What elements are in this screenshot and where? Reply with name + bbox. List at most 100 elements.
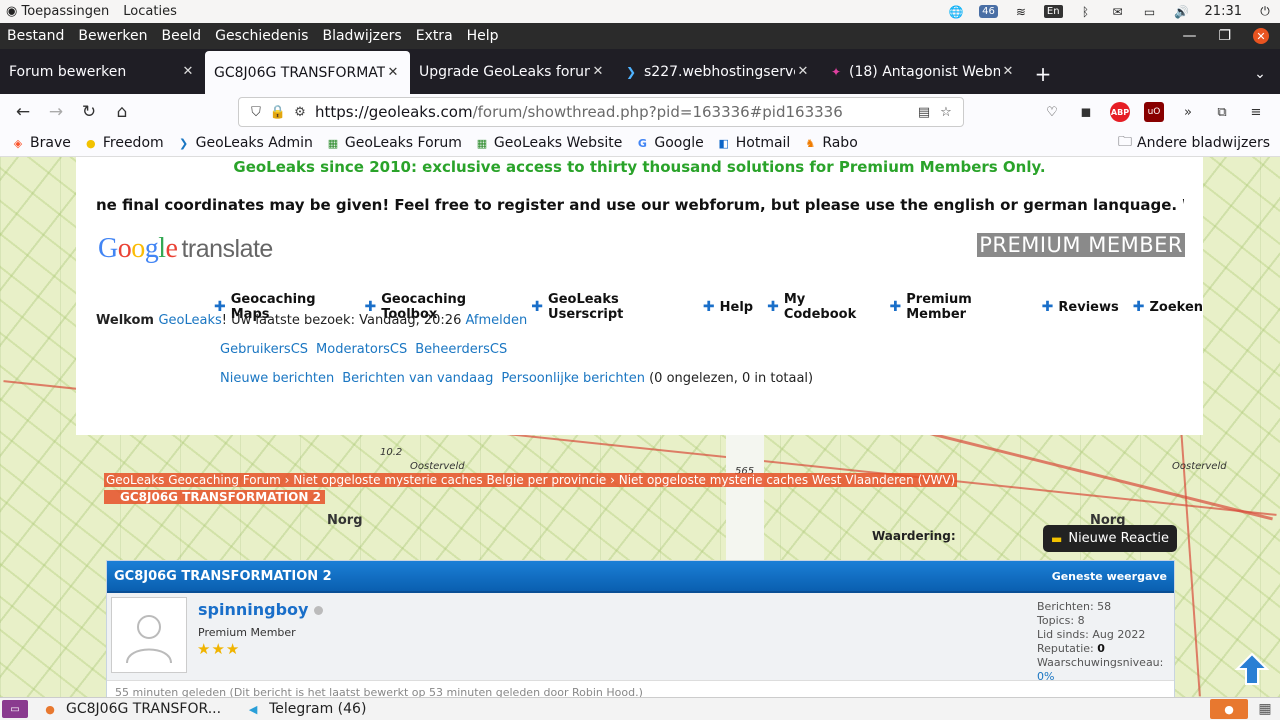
reader-view-icon[interactable]: ▤ bbox=[913, 105, 935, 120]
rating-label: Waardering: bbox=[872, 529, 956, 543]
puzzle-icon: ✚ bbox=[767, 299, 779, 315]
tab-close-icon[interactable]: ✕ bbox=[385, 65, 401, 80]
tab-close-icon[interactable]: ✕ bbox=[590, 64, 606, 79]
google-translate-logo[interactable]: Google translate bbox=[98, 233, 273, 265]
threaded-view-link[interactable]: Geneste weergave bbox=[1052, 570, 1167, 583]
ublock-origin-icon[interactable]: uO bbox=[1144, 102, 1164, 122]
bookmark-star-icon[interactable]: ☆ bbox=[935, 105, 957, 120]
keyboard-layout[interactable]: En bbox=[1043, 5, 1063, 18]
new-tab-button[interactable]: + bbox=[1025, 53, 1061, 94]
places-menu[interactable]: Locaties bbox=[123, 4, 177, 19]
maximize-icon[interactable]: ❐ bbox=[1218, 28, 1231, 44]
menu-premium-member[interactable]: ✚ Premium Member bbox=[890, 292, 1028, 322]
home-button[interactable]: ⌂ bbox=[107, 97, 137, 127]
menu-history[interactable]: Geschiedenis bbox=[215, 28, 308, 44]
bookmark-google[interactable]: G Google bbox=[634, 135, 704, 151]
adblock-plus-icon[interactable]: ABP bbox=[1110, 102, 1130, 122]
tab-close-icon[interactable]: ✕ bbox=[1000, 64, 1016, 79]
address-bar[interactable]: ⛉ 🔒 ⚙ https://geoleaks.com/forum/showthr… bbox=[238, 97, 964, 127]
wifi-icon[interactable]: ≋ bbox=[1012, 4, 1030, 20]
bookmark-freedom[interactable]: ● Freedom bbox=[83, 135, 164, 151]
workspace-firefox-icon[interactable]: ● bbox=[1210, 699, 1248, 719]
tab-forum-bewerken[interactable]: Forum bewerken ✕ bbox=[0, 51, 205, 92]
plus-icon: + bbox=[1034, 61, 1052, 86]
forward-button[interactable]: → bbox=[41, 97, 71, 127]
power-icon[interactable]: ⏻ bbox=[1256, 4, 1274, 20]
tab-antagonist-webmail[interactable]: ✦ (18) Antagonist Webmail ✕ bbox=[820, 51, 1025, 92]
menu-geoleaks-userscript[interactable]: ✚ GeoLeaks Userscript bbox=[531, 292, 689, 322]
mail-icon[interactable]: ✉ bbox=[1109, 4, 1127, 20]
show-desktop-icon[interactable]: ▭ bbox=[2, 700, 28, 718]
moderators-cs-link[interactable]: ModeratorsCS bbox=[316, 342, 407, 357]
weather-icon[interactable]: 🌐 bbox=[947, 4, 965, 20]
menu-zoeken[interactable]: ✚ Zoeken bbox=[1133, 292, 1203, 322]
thread-container: GC8J06G TRANSFORMATION 2 Geneste weergav… bbox=[106, 560, 1175, 697]
new-reply-button[interactable]: ▬ Nieuwe Reactie bbox=[1043, 525, 1177, 552]
warning-level-link[interactable]: 0% bbox=[1037, 670, 1054, 683]
author-title: Premium Member bbox=[198, 626, 296, 639]
bookmark-hotmail[interactable]: ◧ Hotmail bbox=[716, 135, 791, 151]
menu-edit[interactable]: Bewerken bbox=[78, 28, 147, 44]
url-text[interactable]: https://geoleaks.com/forum/showthread.ph… bbox=[315, 103, 913, 121]
shield-icon[interactable]: ⛉ bbox=[245, 105, 267, 120]
battery-icon[interactable]: ▭ bbox=[1141, 4, 1159, 20]
avatar[interactable] bbox=[111, 597, 187, 673]
pm-status: (0 ongelezen, 0 in totaal) bbox=[649, 371, 814, 386]
taskbar-firefox-window[interactable]: ● GC8J06G TRANSFOR... bbox=[34, 701, 221, 717]
menu-help[interactable]: Help bbox=[467, 28, 499, 44]
new-posts-link[interactable]: Nieuwe berichten bbox=[220, 371, 334, 386]
permissions-icon[interactable]: ⚙ bbox=[289, 105, 311, 120]
menu-bookmarks[interactable]: Bladwijzers bbox=[322, 28, 401, 44]
tab-gc8j06g[interactable]: GC8J06G TRANSFORMATION 2 ✕ bbox=[205, 51, 410, 94]
tab-list-button[interactable]: ⌄ bbox=[1240, 53, 1280, 94]
bluetooth-icon[interactable]: ᛒ bbox=[1077, 4, 1095, 20]
menu-my-codebook[interactable]: ✚ My Codebook bbox=[767, 292, 875, 322]
username-link[interactable]: GeoLeaks bbox=[158, 313, 221, 328]
breadcrumb[interactable]: GeoLeaks Geocaching Forum › Niet opgelos… bbox=[104, 473, 958, 487]
bookmark-brave[interactable]: ◈ Brave bbox=[10, 135, 71, 151]
reputation-value[interactable]: 0 bbox=[1097, 642, 1105, 655]
bookmark-geoleaks-forum[interactable]: ▦ GeoLeaks Forum bbox=[325, 135, 462, 151]
menu-file[interactable]: Bestand bbox=[7, 28, 64, 44]
scroll-to-top-button[interactable] bbox=[1234, 651, 1270, 687]
private-messages-link[interactable]: Persoonlijke berichten bbox=[501, 371, 645, 386]
bookmark-geoleaks-website[interactable]: ▦ GeoLeaks Website bbox=[474, 135, 623, 151]
admins-cs-link[interactable]: BeheerdersCS bbox=[415, 342, 507, 357]
notification-badge[interactable]: 46 bbox=[979, 5, 998, 18]
other-bookmarks[interactable]: 🗀 Andere bladwijzers bbox=[1118, 131, 1270, 155]
more-tools-icon[interactable]: » bbox=[1178, 102, 1198, 122]
brave-icon: ◈ bbox=[13, 136, 23, 150]
author-name[interactable]: spinningboy bbox=[198, 600, 324, 619]
hamburger-menu-icon[interactable]: ≡ bbox=[1246, 102, 1266, 122]
extensions-icon[interactable]: ⧉ bbox=[1212, 102, 1232, 122]
menu-view[interactable]: Beeld bbox=[161, 28, 201, 44]
premium-member-badge[interactable]: PREMIUM MEMBER bbox=[977, 233, 1185, 257]
bookmark-geoleaks-admin[interactable]: ❯ GeoLeaks Admin bbox=[176, 135, 313, 151]
window-close-icon[interactable]: ✕ bbox=[1253, 28, 1269, 44]
tab-close-icon[interactable]: ✕ bbox=[180, 64, 196, 79]
todays-posts-link[interactable]: Berichten van vandaag bbox=[342, 371, 493, 386]
workspace-switcher-icon[interactable]: ▦ bbox=[1254, 699, 1276, 719]
tab-webhostingserver[interactable]: ❯ s227.webhostingserver.nl ✕ bbox=[615, 51, 820, 92]
taskbar: ▭ ● GC8J06G TRANSFOR... ◀ Telegram (46) ● … bbox=[0, 697, 1280, 720]
apps-menu[interactable]: ◉ Toepassingen bbox=[6, 4, 109, 19]
back-button[interactable]: ← bbox=[8, 97, 38, 127]
logout-link[interactable]: Afmelden bbox=[465, 313, 527, 328]
users-cs-link[interactable]: GebruikersCS bbox=[220, 342, 308, 357]
bookmark-rabo[interactable]: ♞ Rabo bbox=[802, 135, 857, 151]
tab-upgrade-geoleaks[interactable]: Upgrade GeoLeaks forum ✕ bbox=[410, 51, 615, 92]
menu-reviews[interactable]: ✚ Reviews bbox=[1042, 292, 1119, 322]
minimize-icon[interactable]: — bbox=[1182, 28, 1196, 44]
volume-icon[interactable]: 🔊 bbox=[1173, 4, 1191, 20]
clock[interactable]: 21:31 bbox=[1205, 4, 1242, 19]
menu-help-link[interactable]: ✚ Help bbox=[703, 292, 753, 322]
pocket-icon[interactable]: ♡ bbox=[1042, 102, 1062, 122]
taskbar-telegram-window[interactable]: ◀ Telegram (46) bbox=[237, 701, 367, 717]
container-icon[interactable]: ◼ bbox=[1076, 102, 1096, 122]
lock-icon[interactable]: 🔒 bbox=[267, 105, 289, 120]
reload-button[interactable]: ↻ bbox=[74, 97, 104, 127]
tab-close-icon[interactable]: ✕ bbox=[795, 64, 811, 79]
navigation-bar: ← → ↻ ⌂ ⛉ 🔒 ⚙ https://geoleaks.com/forum… bbox=[0, 94, 1280, 130]
author-stats: Berichten: 58 Topics: 8 Lid sinds: Aug 2… bbox=[1037, 600, 1164, 683]
menu-tools[interactable]: Extra bbox=[416, 28, 453, 44]
